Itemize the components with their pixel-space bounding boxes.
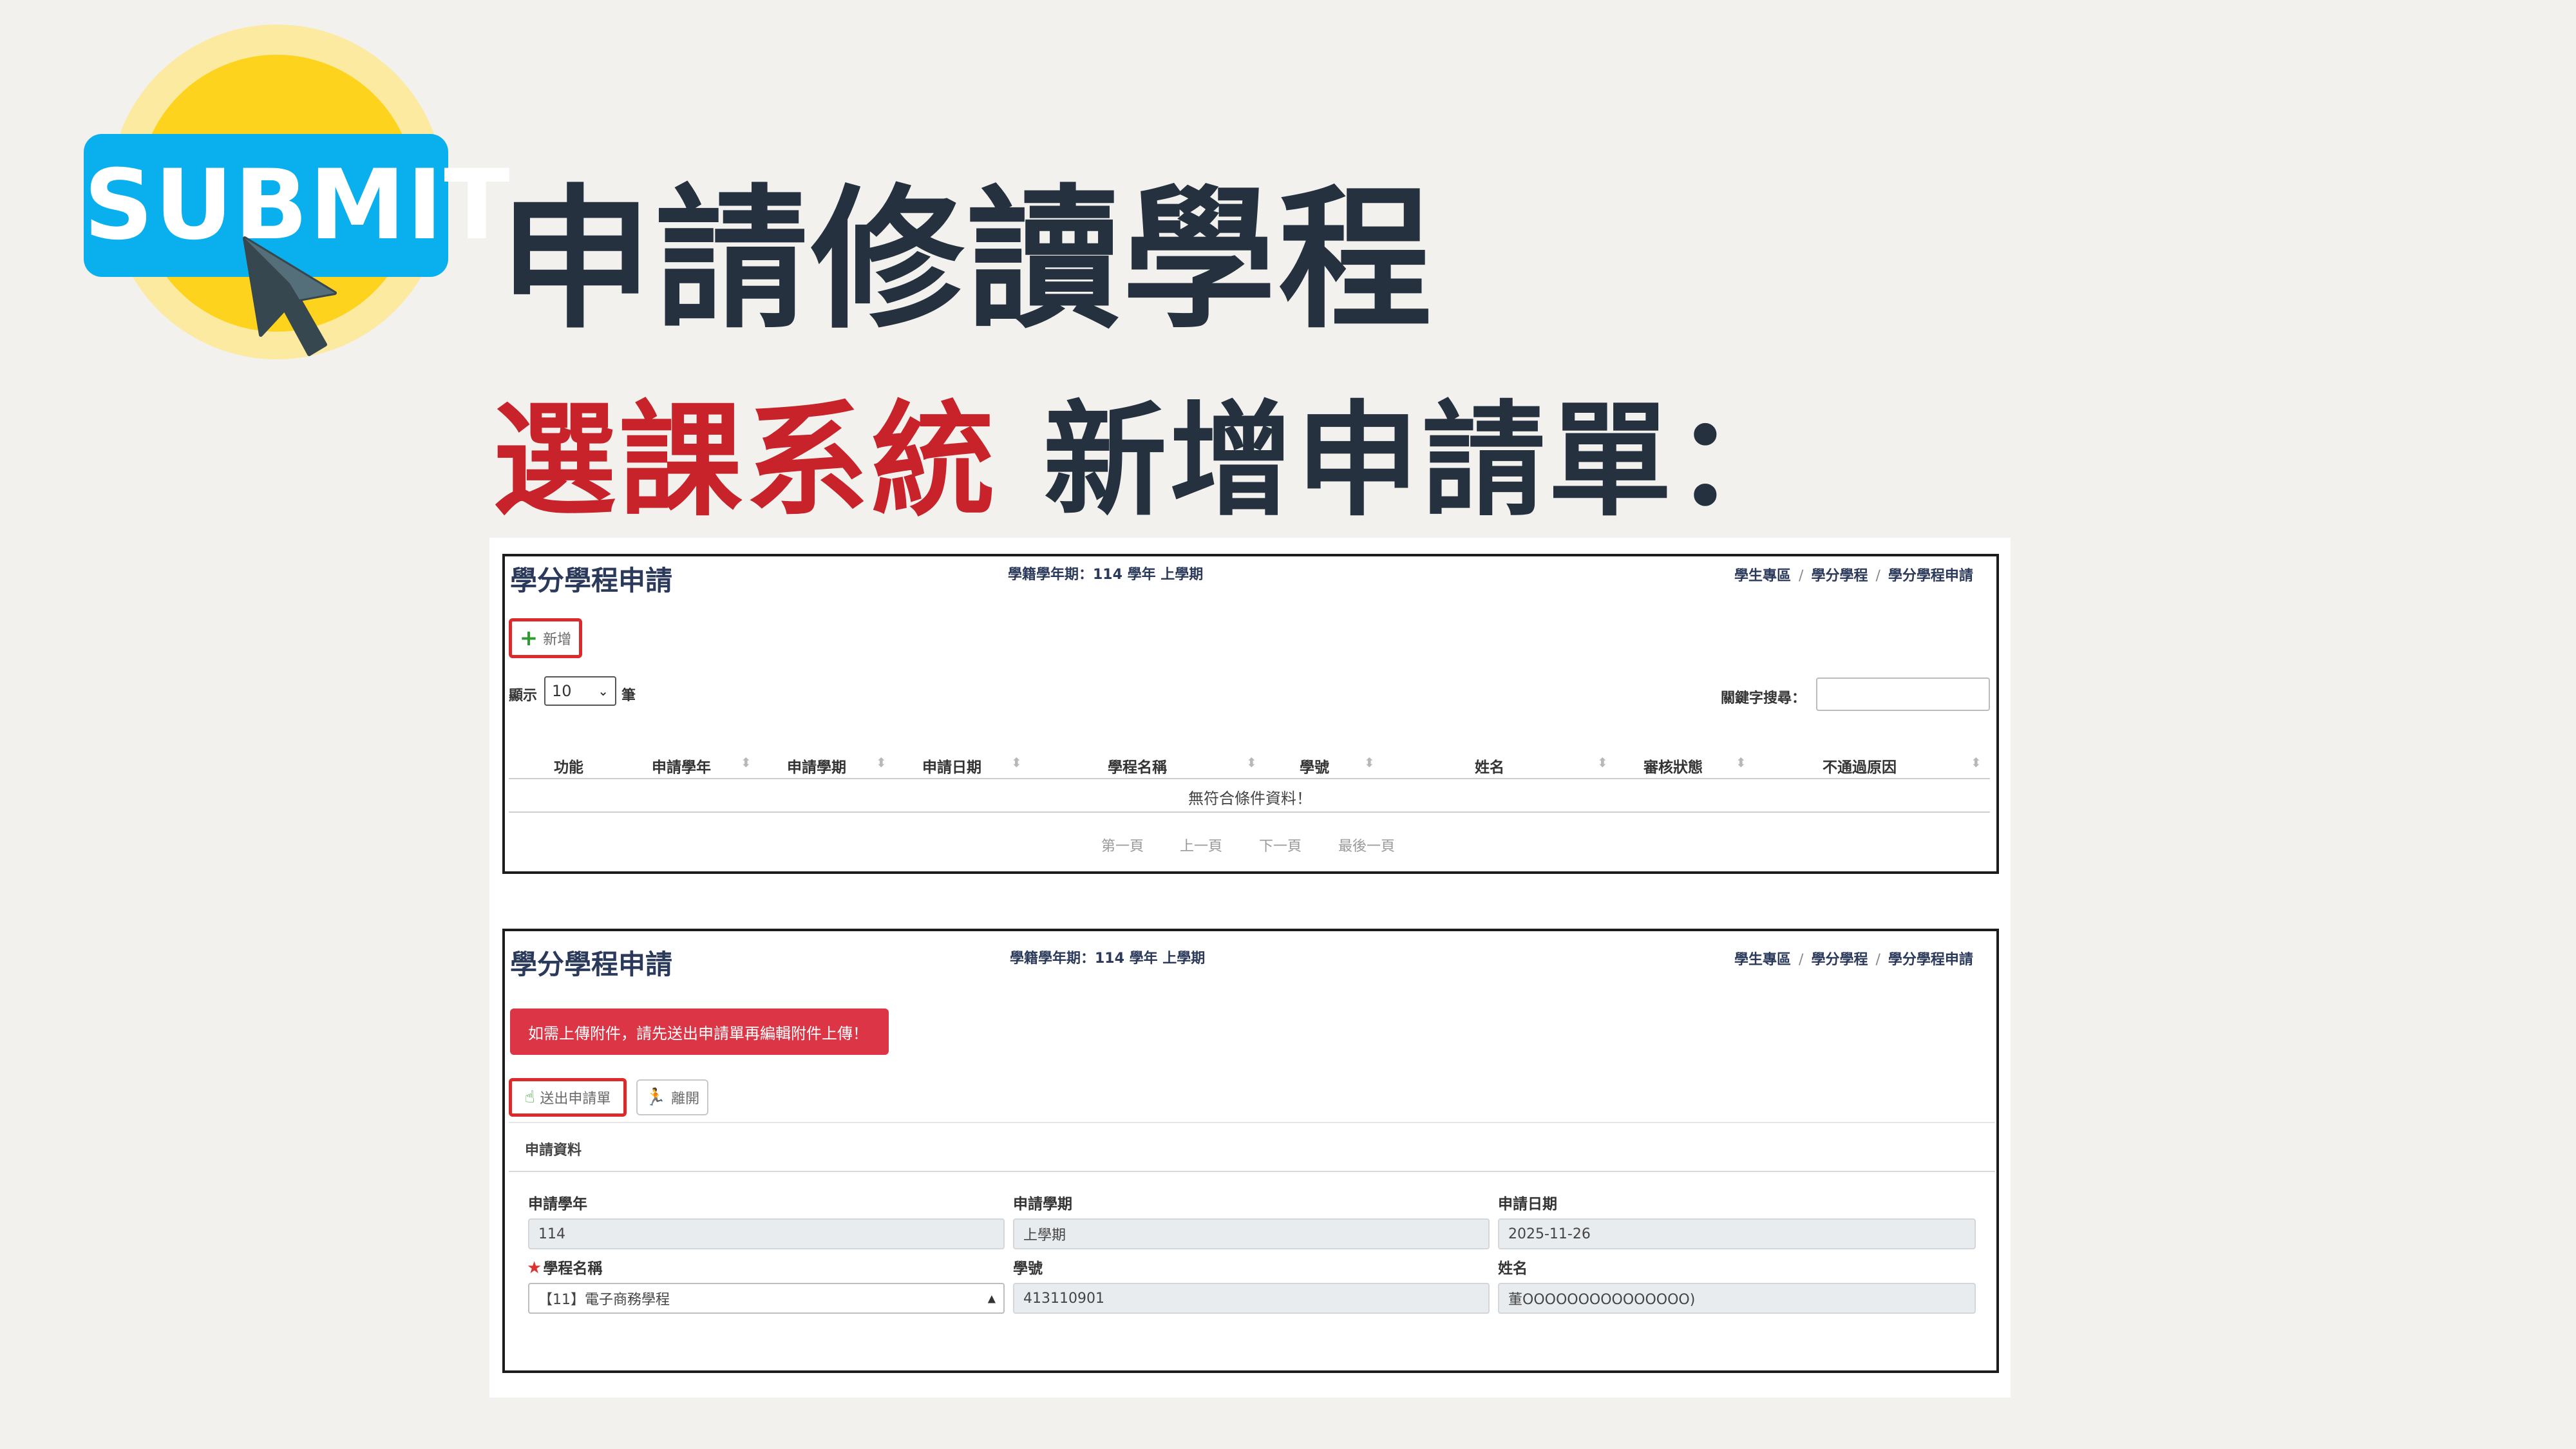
apply-date-field: 2025-11-26	[1498, 1218, 1976, 1249]
panel2-term: 學籍學年期：114 學年 上學期	[1010, 951, 1206, 967]
program-name-label-text: 學程名稱	[543, 1260, 603, 1277]
breadcrumb-program[interactable]: 學分學程	[1811, 952, 1868, 968]
page-size-value: 10	[552, 682, 572, 700]
sort-icon[interactable]: ⬍	[1597, 755, 1608, 770]
program-name-select[interactable]: 【11】電子商務學程 ▲	[528, 1283, 1005, 1314]
apply-term-field: 上學期	[1013, 1218, 1490, 1249]
hand-point-icon: ☝	[524, 1088, 535, 1107]
sort-icon[interactable]: ⬍	[1364, 755, 1375, 770]
leave-button[interactable]: 🏃 離開	[636, 1079, 708, 1115]
breadcrumb-student-area[interactable]: 學生專區	[1734, 952, 1791, 968]
pager-first[interactable]: 第一頁	[1101, 835, 1144, 855]
empty-table-message: 無符合條件資料！	[1188, 790, 1312, 808]
panel2-breadcrumb: 學生專區 / 學分學程 / 學分學程申請	[1734, 952, 1973, 968]
pager-prev[interactable]: 上一頁	[1180, 835, 1222, 855]
panel2-title: 學分學程申請	[510, 949, 673, 980]
column-header-program-name[interactable]: 學程名稱	[1108, 755, 1167, 777]
apply-year-field: 114	[528, 1218, 1005, 1249]
program-name-value: 【11】電子商務學程	[538, 1292, 670, 1308]
breadcrumb-program-apply: 學分學程申請	[1888, 568, 1973, 584]
caret-up-icon: ▲	[987, 1292, 996, 1305]
leave-button-label: 離開	[671, 1091, 700, 1107]
column-header-reject-reason[interactable]: 不通過原因	[1823, 755, 1897, 777]
breadcrumb-student-area[interactable]: 學生專區	[1734, 568, 1791, 584]
page-subtitle: 選課系統 新增申請單：	[493, 361, 1801, 540]
sort-icon[interactable]: ⬍	[1971, 755, 1982, 770]
name-label: 姓名	[1498, 1260, 1528, 1277]
show-suffix: 筆	[621, 688, 636, 704]
pager-next[interactable]: 下一頁	[1259, 835, 1302, 855]
table-header-divider	[509, 778, 1990, 779]
panel1-breadcrumb: 學生專區 / 學分學程 / 學分學程申請	[1734, 568, 1973, 584]
subtitle-action: 新增申請單：	[1043, 390, 1801, 533]
section-divider	[509, 1171, 1995, 1172]
add-button[interactable]: + 新增	[515, 623, 576, 653]
program-name-label: ★學程名稱	[527, 1256, 602, 1278]
column-header-function[interactable]: 功能	[554, 755, 583, 777]
pager-last[interactable]: 最後一頁	[1338, 835, 1395, 855]
column-header-review-status[interactable]: 審核狀態	[1643, 755, 1703, 777]
cursor-icon	[243, 236, 337, 356]
column-header-name[interactable]: 姓名	[1475, 755, 1504, 777]
running-person-icon: 🏃	[645, 1088, 667, 1107]
column-header-apply-term[interactable]: 申請學期	[787, 755, 846, 777]
plus-icon: +	[519, 625, 538, 651]
submit-button-label: 送出申請單	[540, 1091, 611, 1107]
panel1-title: 學分學程申請	[510, 565, 673, 596]
search-label: 關鍵字搜尋：	[1721, 690, 1806, 706]
submit-logo: SUBMIT	[84, 19, 510, 374]
add-button-label: 新增	[543, 632, 572, 648]
student-id-label: 學號	[1013, 1260, 1043, 1277]
apply-year-label: 申請學年	[528, 1196, 587, 1213]
name-field: 董OOOOOOOOOOOOOOO)	[1498, 1283, 1976, 1314]
apply-date-label: 申請日期	[1498, 1196, 1557, 1213]
section-apply-info: 申請資料	[525, 1142, 582, 1159]
required-star-icon: ★	[527, 1258, 542, 1278]
sort-icon[interactable]: ⬍	[1246, 755, 1257, 770]
page-size-select[interactable]: 10 ⌄	[544, 676, 616, 706]
table-bottom-divider	[509, 811, 1990, 813]
breadcrumb-program-apply: 學分學程申請	[1888, 952, 1973, 968]
sort-icon[interactable]: ⬍	[741, 755, 752, 770]
apply-term-label: 申請學期	[1013, 1196, 1072, 1213]
sort-icon[interactable]: ⬍	[876, 755, 887, 770]
subtitle-system-name: 選課系統	[493, 390, 998, 533]
column-header-student-id[interactable]: 學號	[1300, 755, 1329, 777]
program-list-panel	[502, 554, 1999, 874]
panel1-term: 學籍學年期：114 學年 上學期	[1008, 567, 1204, 583]
column-header-apply-date[interactable]: 申請日期	[922, 755, 981, 777]
keyword-search-input[interactable]	[1816, 677, 1990, 711]
column-header-apply-year[interactable]: 申請學年	[652, 755, 711, 777]
sort-icon[interactable]: ⬍	[1011, 755, 1022, 770]
breadcrumb-program[interactable]: 學分學程	[1811, 568, 1868, 584]
form-top-divider	[509, 1122, 1995, 1123]
page-title: 申請修讀學程	[499, 171, 1434, 350]
student-id-field: 413110901	[1013, 1283, 1490, 1314]
show-prefix: 顯示	[509, 688, 538, 704]
submit-application-button[interactable]: ☝ 送出申請單	[515, 1082, 620, 1113]
attachment-notice-alert: 如需上傳附件，請先送出申請單再編輯附件上傳！	[510, 1009, 889, 1055]
sort-icon[interactable]: ⬍	[1736, 755, 1747, 770]
chevron-down-icon: ⌄	[598, 683, 609, 699]
